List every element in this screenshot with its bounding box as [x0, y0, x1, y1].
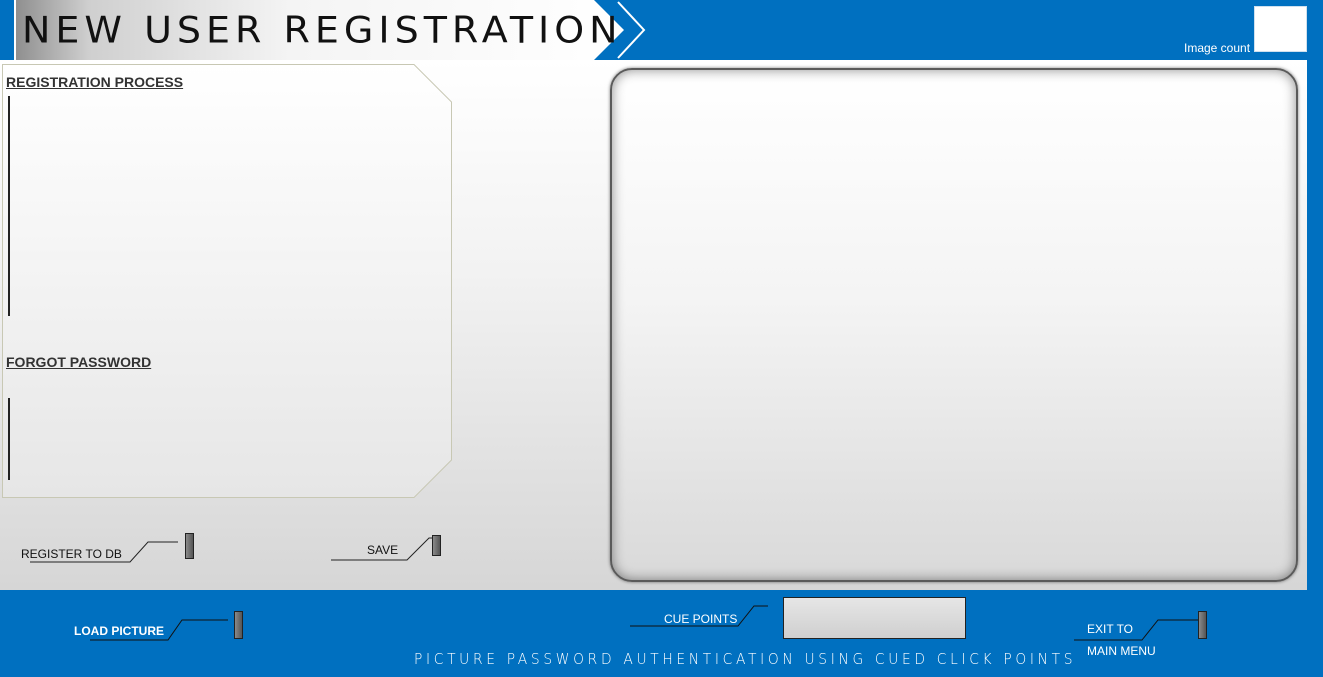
image-count-label: Image count: [1184, 41, 1251, 55]
register-leader-line: [30, 541, 178, 563]
chevron-right-icon: [617, 1, 646, 59]
footer-caption: PICTURE PASSWORD AUTHENTICATION USING CU…: [414, 650, 1077, 668]
register-to-db-button[interactable]: [185, 533, 194, 559]
content-area: REGISTRATION PROCESS FORGOT PASSWORD REG…: [0, 60, 1307, 590]
exit-leader-line: [1074, 619, 1202, 641]
cue-points-leader-line: [630, 605, 768, 627]
forgot-password-text[interactable]: [8, 398, 10, 480]
exit-to-main-menu-button[interactable]: [1198, 611, 1207, 639]
picture-box[interactable]: [610, 68, 1298, 582]
save-leader-line: [331, 537, 435, 561]
exit-label-line2[interactable]: MAIN MENU: [1087, 644, 1156, 658]
registration-process-text[interactable]: [8, 96, 10, 316]
forgot-password-heading: FORGOT PASSWORD: [6, 354, 152, 370]
load-picture-leader-line: [90, 619, 228, 641]
registration-process-heading: REGISTRATION PROCESS: [6, 74, 184, 90]
save-button[interactable]: [432, 535, 441, 556]
page-title: NEW USER REGISTRATION: [22, 9, 623, 51]
info-panel: [2, 64, 452, 498]
load-picture-button[interactable]: [234, 611, 243, 639]
registration-window: NEW USER REGISTRATION Image count REGIST…: [0, 0, 1323, 677]
image-count-box: [1254, 6, 1307, 52]
cue-points-box: [783, 597, 966, 639]
